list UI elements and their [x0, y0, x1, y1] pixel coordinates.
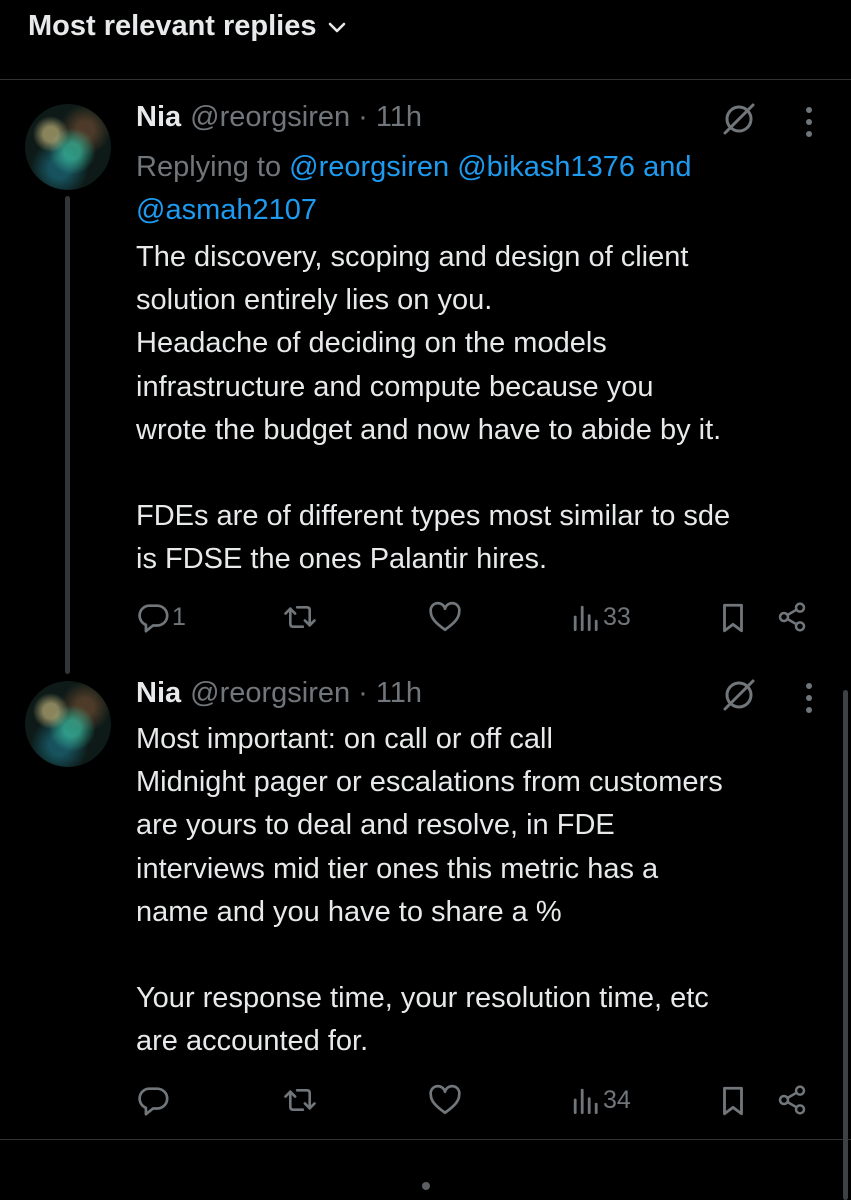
share-button[interactable] [776, 1084, 808, 1116]
mention-link[interactable]: @bikash1376 [457, 151, 635, 183]
reply-button[interactable]: 1 [136, 600, 186, 634]
chevron-down-icon [328, 22, 345, 32]
more-icon[interactable] [803, 681, 815, 715]
author-name[interactable]: Nia [136, 677, 181, 710]
mention-link[interactable]: @reorgsiren [289, 151, 449, 183]
like-icon [429, 601, 461, 632]
views-count: 33 [603, 602, 631, 631]
action-bar: 34 [0, 1083, 851, 1123]
action-bar: 1 33 [0, 600, 851, 640]
like-icon [429, 1084, 461, 1115]
repost-button[interactable] [282, 1083, 318, 1117]
avatar[interactable] [25, 681, 111, 767]
grok-icon[interactable] [721, 677, 757, 713]
sort-label: Most relevant replies [28, 10, 317, 42]
share-icon [778, 1085, 806, 1115]
replying-to-prefix: Replying to [136, 151, 290, 183]
tweet-header: Nia @reorgsiren · 11h [136, 101, 422, 134]
replying-to: Replying to @reorgsiren @bikash1376 and … [136, 146, 816, 232]
like-button[interactable] [428, 1084, 462, 1116]
bookmark-button[interactable] [718, 1084, 748, 1118]
reply-icon [138, 604, 169, 633]
views-button[interactable]: 33 [571, 600, 631, 634]
divider [0, 1139, 851, 1140]
author-handle[interactable]: @reorgsiren [190, 101, 350, 134]
share-icon [778, 602, 806, 632]
separator-dot: · [358, 101, 368, 133]
like-button[interactable] [428, 601, 462, 633]
timestamp[interactable]: 11h [376, 101, 422, 134]
loading-indicator [422, 1182, 430, 1190]
reply-icon [138, 1087, 169, 1116]
views-button[interactable]: 34 [571, 1083, 631, 1117]
sort-replies-button[interactable]: Most relevant replies [28, 10, 347, 43]
tweet-header: Nia @reorgsiren · 11h [136, 677, 422, 710]
views-icon [573, 1088, 598, 1115]
more-icon[interactable] [803, 105, 815, 139]
replies-header: Most relevant replies [0, 0, 851, 80]
mention-and[interactable]: and [643, 151, 691, 183]
grok-icon[interactable] [721, 101, 757, 137]
mention-link[interactable]: @asmah2107 [136, 194, 317, 226]
scrollbar[interactable] [843, 690, 848, 1200]
bookmark-icon [723, 1086, 743, 1116]
timestamp[interactable]: 11h [376, 677, 422, 710]
author-handle[interactable]: @reorgsiren [190, 677, 350, 710]
repost-button[interactable] [282, 600, 318, 634]
views-icon [573, 605, 598, 631]
reply-count: 1 [172, 602, 186, 631]
avatar[interactable] [25, 104, 111, 190]
tweet-text: Most important: on call or off call Midn… [136, 723, 723, 1058]
bookmark-icon [723, 603, 743, 633]
share-button[interactable] [776, 601, 808, 633]
views-count: 34 [603, 1085, 631, 1114]
repost-icon [284, 1088, 316, 1112]
repost-icon [284, 605, 316, 629]
author-name[interactable]: Nia [136, 101, 181, 134]
bookmark-button[interactable] [718, 601, 748, 635]
separator-dot: · [358, 677, 368, 709]
tweet-text: The discovery, scoping and design of cli… [136, 241, 731, 576]
reply-button[interactable] [136, 1083, 170, 1117]
